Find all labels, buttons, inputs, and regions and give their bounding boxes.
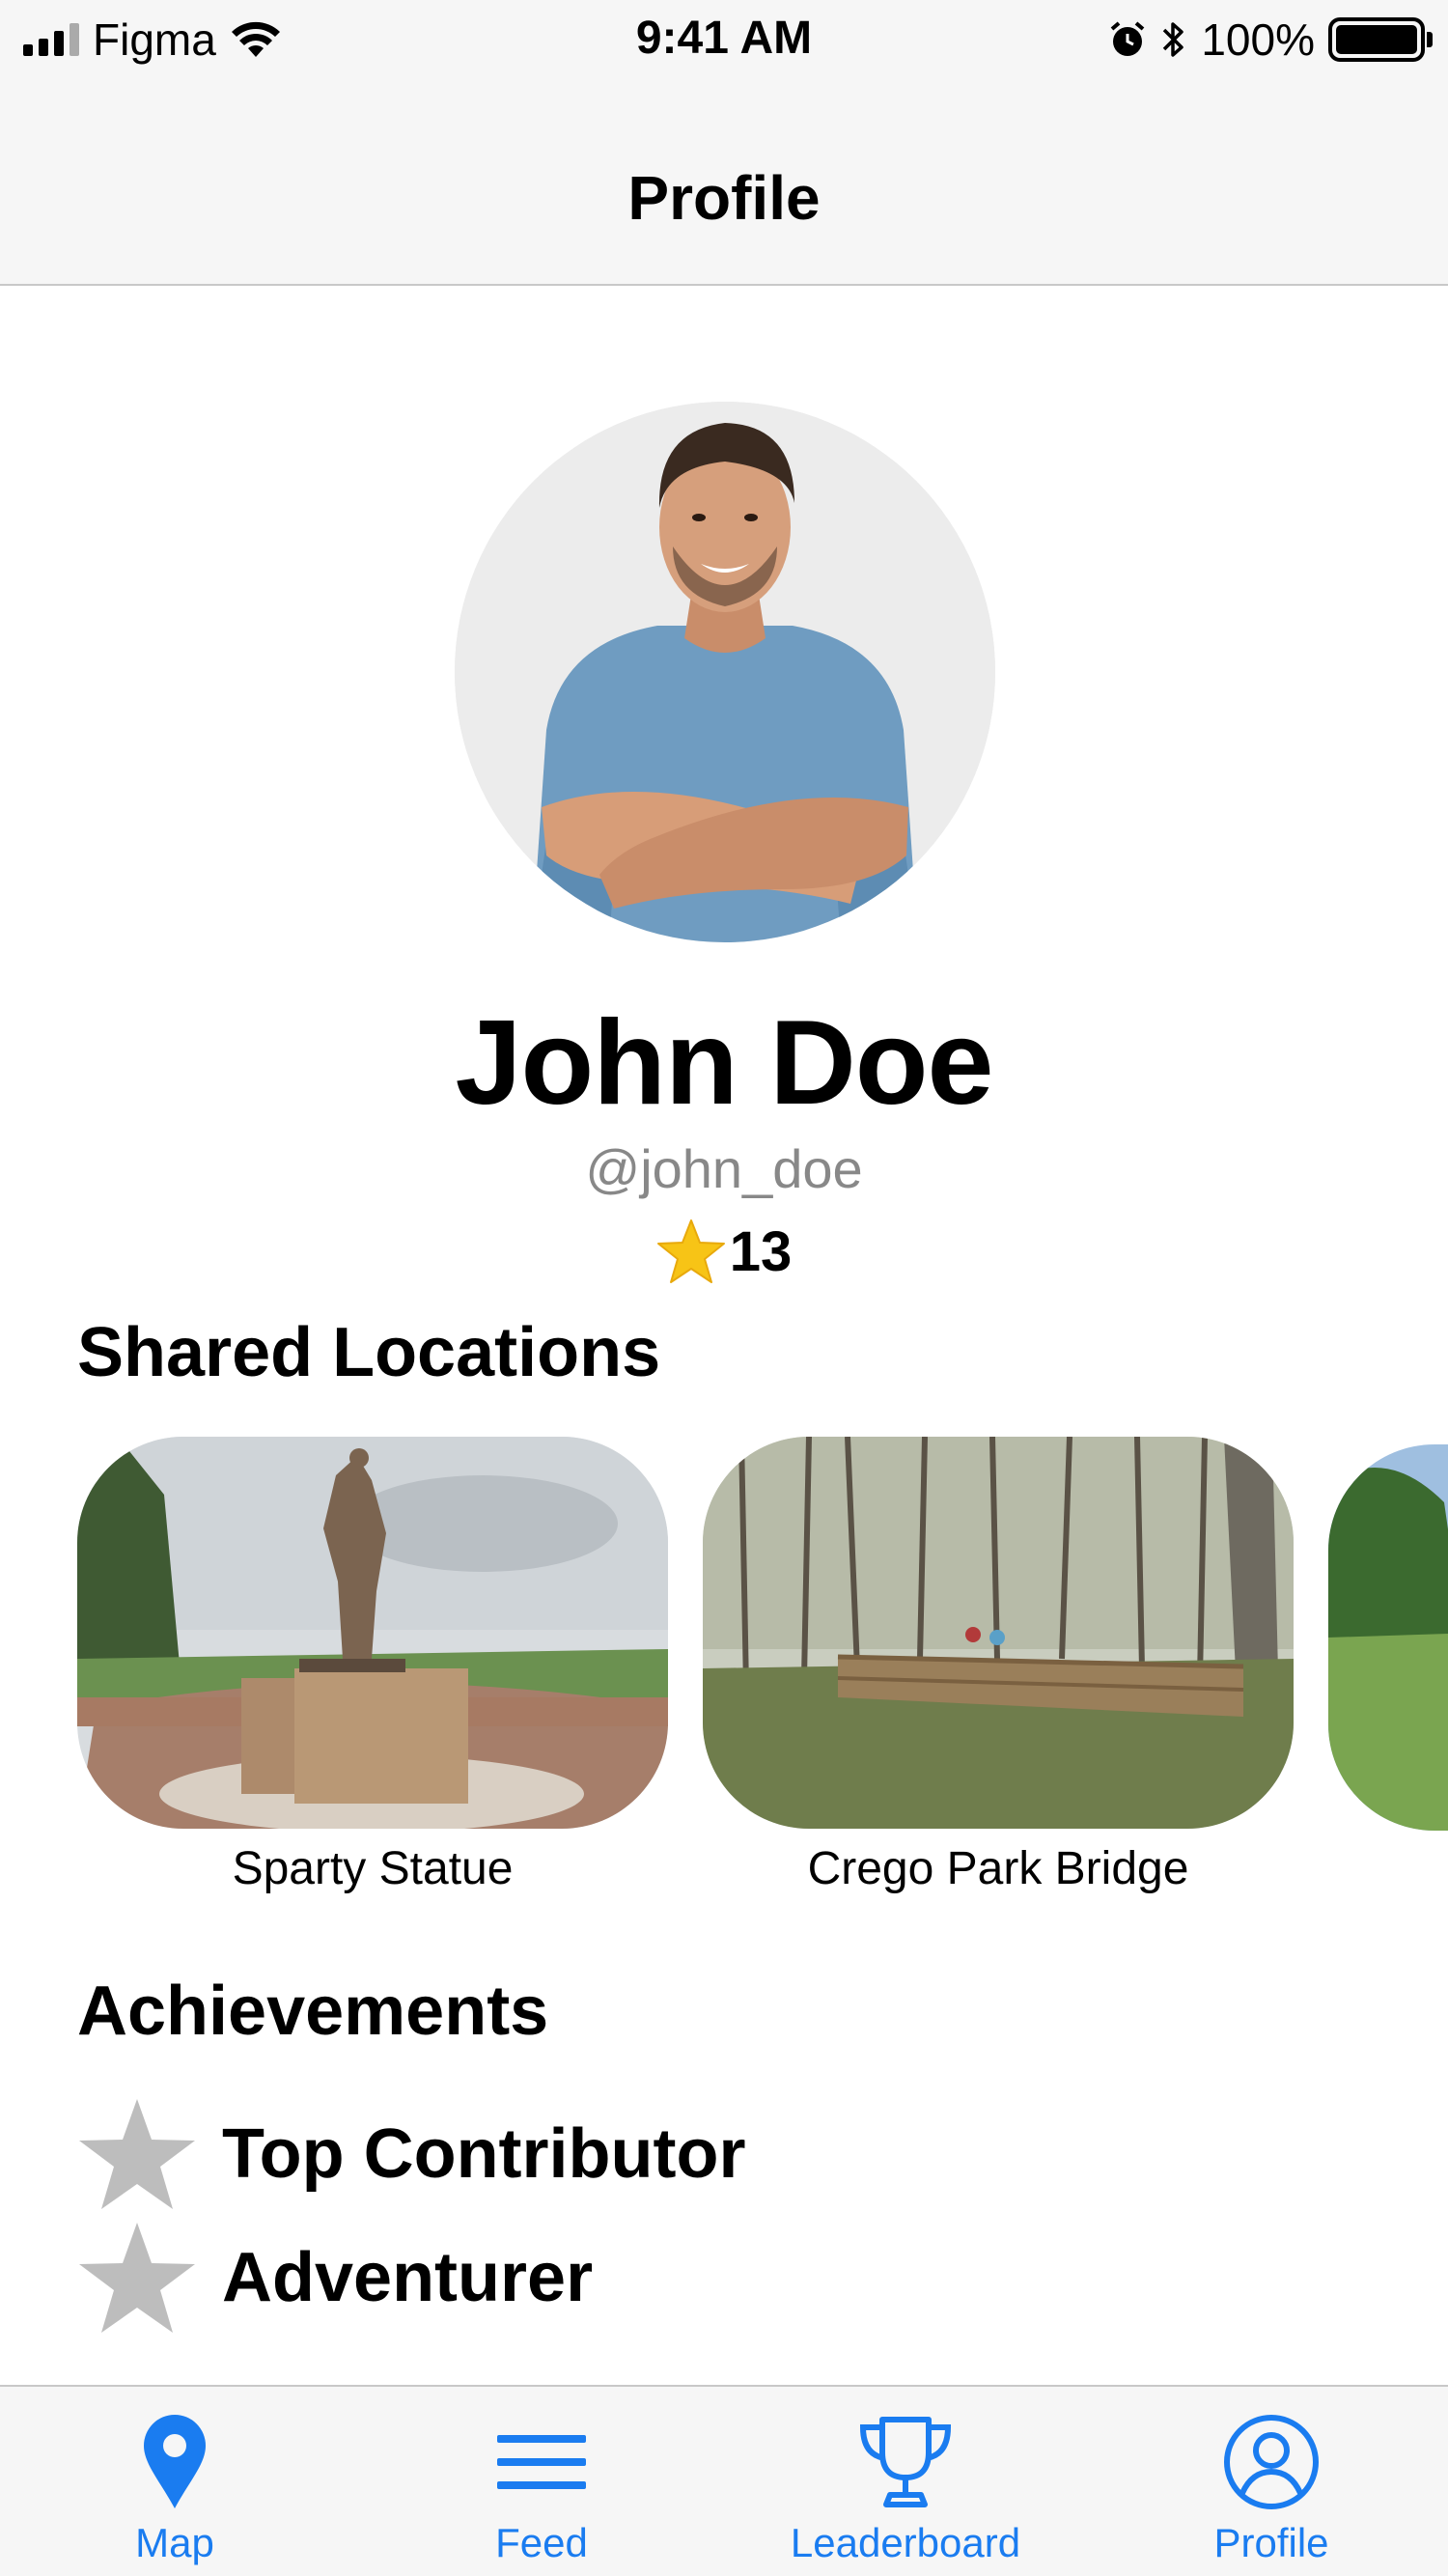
tab-map[interactable]: Map [30, 2414, 320, 2566]
battery-percent: 100% [1201, 14, 1315, 65]
star-icon [656, 1219, 725, 1283]
achievements-title: Achievements [77, 1973, 549, 2050]
score-value: 13 [729, 1219, 793, 1283]
tab-feed[interactable]: Feed [397, 2414, 686, 2566]
feed-lines-icon [497, 2435, 586, 2489]
location-card-crego-park-bridge[interactable]: Crego Park Bridge [703, 1437, 1294, 1895]
map-pin-icon [144, 2415, 206, 2508]
location-photo [77, 1437, 668, 1829]
achievement-label: Adventurer [222, 2239, 594, 2316]
page-title: Profile [627, 163, 821, 233]
location-label: Crego Park Bridge [807, 1843, 1189, 1894]
bluetooth-icon [1163, 22, 1184, 57]
location-card-sparty-statue[interactable]: Sparty Statue [77, 1437, 668, 1895]
tab-label: Map [135, 2520, 214, 2565]
location-photo [1328, 1444, 1448, 1831]
tab-label: Leaderboard [790, 2520, 1021, 2565]
profile-icon [1224, 2415, 1319, 2509]
star-icon [79, 2099, 195, 2209]
star-icon [79, 2223, 195, 2333]
score-badge: 13 [0, 1218, 1448, 1284]
profile-handle: @john_doe [585, 1138, 863, 1199]
battery-icon [1328, 17, 1433, 62]
avatar [455, 402, 995, 942]
tab-leaderboard[interactable]: Leaderboard [761, 2414, 1050, 2566]
shared-locations-carousel[interactable]: Sparty Statue Crego Park Bridge [77, 1437, 1448, 1900]
tab-label: Profile [1213, 2520, 1329, 2565]
location-photo [703, 1437, 1294, 1829]
achievement-item: Adventurer [77, 2221, 593, 2335]
tab-label: Feed [495, 2520, 588, 2565]
tab-profile[interactable]: Profile [1127, 2414, 1416, 2566]
navigation-bar: Profile [0, 77, 1448, 286]
tab-bar: Map Feed Leaderboard Profile [0, 2385, 1448, 2576]
profile-name: John Doe [455, 996, 994, 1130]
achievement-item: Top Contributor [77, 2097, 746, 2211]
alarm-icon [1111, 21, 1145, 56]
location-card-partial[interactable] [1328, 1437, 1448, 1831]
status-bar: Figma 9:41 AM 100% [0, 0, 1448, 77]
location-label: Sparty Statue [232, 1843, 514, 1894]
shared-locations-title: Shared Locations [77, 1314, 661, 1391]
achievement-label: Top Contributor [222, 2115, 746, 2193]
status-bar-right: 100% [1108, 14, 1433, 66]
trophy-icon [859, 2417, 952, 2507]
